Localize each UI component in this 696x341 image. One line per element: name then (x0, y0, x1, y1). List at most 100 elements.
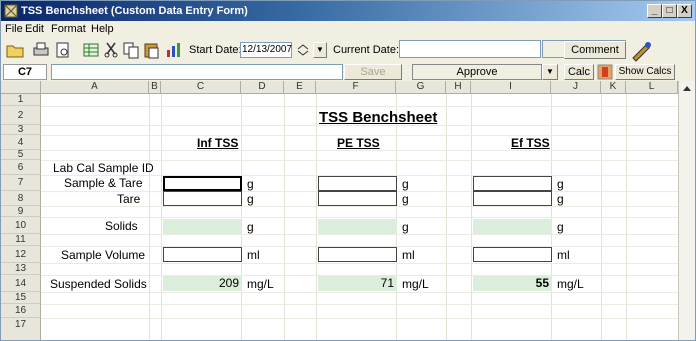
ef-solids-cell (473, 219, 552, 234)
pe-sample-volume-input[interactable] (318, 247, 397, 262)
paste-icon[interactable] (141, 40, 161, 60)
ef-sample-tare-input[interactable] (473, 176, 552, 191)
inf-tare-input[interactable] (163, 191, 242, 206)
print-icon[interactable] (31, 40, 51, 60)
start-date-field[interactable]: 12/13/2007 (240, 42, 292, 58)
row-header-4[interactable]: 4 (1, 135, 41, 150)
column-header-a[interactable]: A (41, 81, 149, 94)
column-header-h[interactable]: H (446, 81, 471, 94)
row-header-5[interactable]: 5 (1, 150, 41, 160)
row-header-2[interactable]: 2 (1, 106, 41, 125)
date-dropdown-button[interactable]: ▼ (313, 42, 327, 58)
grid-line (41, 150, 678, 151)
row-header-6[interactable]: 6 (1, 160, 41, 175)
row-header-9[interactable]: 9 (1, 206, 41, 217)
row-header-12[interactable]: 12 (1, 246, 41, 263)
inf-sample-volume-input[interactable] (163, 247, 242, 262)
menu-format[interactable]: Format (51, 23, 86, 35)
print-preview-icon[interactable] (53, 40, 73, 60)
label-sample-volume: Sample Volume (61, 248, 146, 262)
unit-g: g (247, 192, 254, 206)
column-header-g[interactable]: G (396, 81, 446, 94)
section-header-inf: Inf TSS (197, 136, 239, 150)
ef-suspended-solids-value: 55 (473, 276, 552, 291)
column-header-c[interactable]: C (161, 81, 241, 94)
date-spinner-icon[interactable] (294, 43, 312, 57)
column-header-i[interactable]: I (471, 81, 551, 94)
inf-sample-tare-input[interactable] (163, 176, 242, 191)
sheet-title: TSS Benchsheet (319, 109, 438, 126)
unit-g: g (557, 192, 564, 206)
ef-sample-volume-input[interactable] (473, 247, 552, 262)
row-header-10[interactable]: 10 (1, 217, 41, 234)
label-solids: Solids (105, 219, 138, 233)
maximize-button[interactable]: □ (662, 4, 677, 18)
row-header-7[interactable]: 7 (1, 175, 41, 191)
comment-button[interactable]: Comment (564, 41, 626, 59)
column-header-b[interactable]: B (149, 81, 161, 94)
grid-line (41, 106, 678, 107)
row-header-8[interactable]: 8 (1, 191, 41, 206)
toolbar: Start Date: 12/13/2007 ▼ Current Date: C… (1, 37, 695, 63)
row-header-3[interactable]: 3 (1, 125, 41, 135)
start-date-label: Start Date: (189, 44, 242, 56)
column-header-k[interactable]: K (601, 81, 626, 94)
menu-edit[interactable]: Edit (25, 23, 44, 35)
row-header-11[interactable]: 11 (1, 234, 41, 246)
show-calcs-button[interactable]: Show Calcs (615, 64, 675, 80)
calc-button[interactable]: Calc (564, 64, 594, 80)
inf-suspended-solids-value: 209 (163, 276, 242, 291)
pe-sample-tare-input[interactable] (318, 176, 397, 191)
grid-line (41, 304, 678, 305)
row-header-1[interactable]: 1 (1, 94, 41, 106)
label-tare: Tare (117, 192, 141, 206)
approve-dropdown-button[interactable]: ▼ (542, 64, 558, 80)
copy-icon[interactable] (121, 40, 141, 60)
menu-file[interactable]: File (5, 23, 23, 35)
select-all-corner[interactable] (1, 81, 41, 94)
pe-solids-cell (318, 219, 397, 234)
grid-line (41, 318, 678, 319)
current-date-field[interactable] (399, 40, 541, 58)
pe-suspended-solids-value: 71 (318, 276, 397, 291)
inf-solids-cell (163, 219, 242, 234)
column-header-j[interactable]: J (551, 81, 601, 94)
formula-input[interactable] (51, 64, 343, 80)
open-folder-icon[interactable] (5, 40, 25, 60)
ef-tare-input[interactable] (473, 191, 552, 206)
approve-dropdown[interactable]: Approve (412, 64, 542, 80)
current-date-label: Current Date: (333, 44, 400, 56)
app-icon (4, 4, 18, 18)
pe-tare-input[interactable] (318, 191, 397, 206)
unit-g: g (402, 192, 409, 206)
cut-icon[interactable] (101, 40, 121, 60)
unit-g: g (557, 177, 564, 191)
row-header-15[interactable]: 15 (1, 292, 41, 304)
vertical-scrollbar[interactable] (678, 81, 695, 340)
row-header-16[interactable]: 16 (1, 304, 41, 318)
calc-color-icon[interactable] (597, 64, 613, 80)
close-button[interactable]: X (677, 4, 692, 18)
menu-help[interactable]: Help (91, 23, 114, 35)
unit-g: g (402, 177, 409, 191)
spreadsheet-icon[interactable] (81, 40, 101, 60)
minimize-button[interactable]: _ (647, 4, 662, 18)
row-header-14[interactable]: 14 (1, 275, 41, 292)
column-header-d[interactable]: D (241, 81, 284, 94)
label-lab-cal-sample-id: Lab Cal Sample ID (53, 161, 154, 175)
row-header-17[interactable]: 17 (1, 318, 41, 340)
unit-g: g (247, 220, 254, 234)
app-window: TSS Benchsheet (Custom Data Entry Form) … (0, 0, 696, 341)
column-header-l[interactable]: L (626, 81, 678, 94)
column-header-f[interactable]: F (316, 81, 396, 94)
column-header-e[interactable]: E (284, 81, 316, 94)
pencil-icon[interactable] (629, 40, 653, 62)
chart-icon[interactable] (163, 40, 183, 60)
save-button[interactable]: Save (344, 64, 402, 80)
unit-g: g (557, 220, 564, 234)
grid-line (41, 206, 678, 207)
row-header-13[interactable]: 13 (1, 263, 41, 275)
unit-g: g (247, 177, 254, 191)
cell-reference[interactable]: C7 (3, 64, 47, 80)
scroll-up-arrow-icon[interactable] (681, 83, 693, 93)
